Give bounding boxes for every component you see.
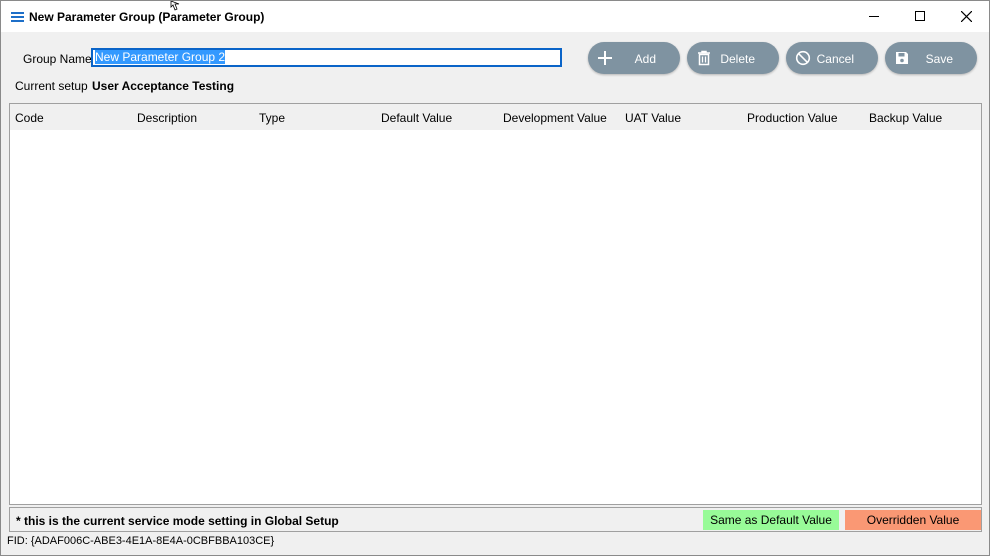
plus-icon: [598, 51, 612, 65]
add-button-label: Add: [634, 52, 656, 66]
cancel-circle-icon: [795, 50, 811, 66]
column-header-uat-value[interactable]: UAT Value: [625, 111, 681, 125]
save-button-label: Save: [925, 52, 953, 66]
current-setup-value: User Acceptance Testing: [92, 79, 235, 93]
save-button[interactable]: Save: [885, 42, 977, 74]
window-title: New Parameter Group (Parameter Group): [29, 10, 265, 24]
group-name-value: New Parameter Group 2: [95, 50, 226, 64]
group-name-input[interactable]: New Parameter Group 2: [91, 48, 562, 67]
mouse-cursor-icon: [170, 1, 180, 11]
fid-text: FID: {ADAF006C-ABE3-4E1A-8E4A-0CBFBBA103…: [7, 535, 275, 547]
title-bar[interactable]: New Parameter Group (Parameter Group): [1, 1, 989, 32]
column-header-development-value[interactable]: Development Value: [503, 111, 607, 125]
service-mode-note: * this is the current service mode setti…: [16, 514, 339, 528]
parameters-grid[interactable]: Code Description Type Default Value Deve…: [9, 103, 982, 505]
column-header-production-value[interactable]: Production Value: [747, 111, 838, 125]
maximize-icon: [915, 11, 925, 21]
column-header-description[interactable]: Description: [137, 111, 197, 125]
menu-lines-icon[interactable]: [11, 12, 24, 22]
legend-overridden: Overridden Value: [845, 510, 981, 530]
close-button[interactable]: [943, 1, 989, 32]
add-button[interactable]: Add: [588, 42, 680, 74]
current-setup-label: Current setup: [15, 79, 88, 93]
column-header-code[interactable]: Code: [15, 111, 44, 125]
column-header-backup-value[interactable]: Backup Value: [869, 111, 942, 125]
grid-header: Code Description Type Default Value Deve…: [10, 104, 981, 130]
minimize-icon: [869, 16, 879, 17]
cancel-button[interactable]: Cancel: [786, 42, 878, 74]
trash-icon: [698, 50, 710, 66]
delete-button-label: Delete: [720, 52, 755, 66]
floppy-disk-icon: [896, 52, 908, 64]
maximize-button[interactable]: [897, 1, 943, 32]
close-icon: [961, 11, 972, 22]
parameter-group-window: New Parameter Group (Parameter Group) Gr…: [0, 0, 990, 556]
legend-bar: * this is the current service mode setti…: [9, 507, 982, 532]
group-name-label: Group Name: [23, 52, 92, 66]
cancel-button-label: Cancel: [816, 52, 854, 66]
column-header-default-value[interactable]: Default Value: [381, 111, 452, 125]
minimize-button[interactable]: [851, 1, 897, 32]
legend-same-as-default: Same as Default Value: [703, 510, 839, 530]
column-header-type[interactable]: Type: [259, 111, 285, 125]
delete-button[interactable]: Delete: [687, 42, 779, 74]
